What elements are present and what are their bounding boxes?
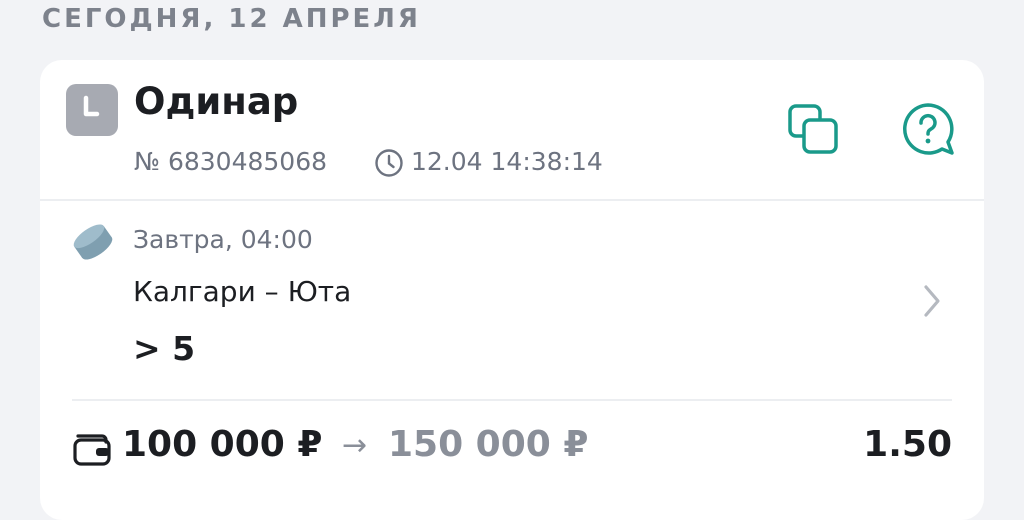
bet-selection: > 5 bbox=[133, 329, 196, 368]
event-start-time: Завтра, 04:00 bbox=[133, 225, 313, 254]
date-header: СЕГОДНЯ, 12 АПРЕЛЯ bbox=[42, 4, 421, 34]
time-icon bbox=[374, 148, 404, 182]
bet-placed-time: 12.04 14:38:14 bbox=[411, 147, 603, 176]
event-name: Калгари – Юта bbox=[133, 275, 352, 308]
stake-amount: 100 000 ₽ bbox=[122, 424, 323, 465]
help-chat-icon[interactable] bbox=[898, 100, 958, 160]
wallet-icon bbox=[72, 428, 114, 472]
event-row[interactable]: Завтра, 04:00 Калгари – Юта > 5 bbox=[40, 201, 984, 399]
arrow-right-icon: → bbox=[342, 428, 368, 463]
payout-amount: 150 000 ₽ bbox=[388, 424, 589, 465]
clock-icon bbox=[66, 84, 118, 136]
odds-value: 1.50 bbox=[863, 424, 952, 465]
copy-icon[interactable] bbox=[786, 102, 842, 158]
bet-type-title: Одинар bbox=[134, 80, 299, 123]
hockey-puck-icon bbox=[70, 219, 116, 269]
bet-number: № 6830485068 bbox=[134, 147, 328, 176]
bet-card: Одинар № 6830485068 12.04 14:38:14 Завтр… bbox=[40, 60, 984, 520]
chevron-right-icon bbox=[920, 283, 944, 323]
divider bbox=[72, 399, 952, 401]
